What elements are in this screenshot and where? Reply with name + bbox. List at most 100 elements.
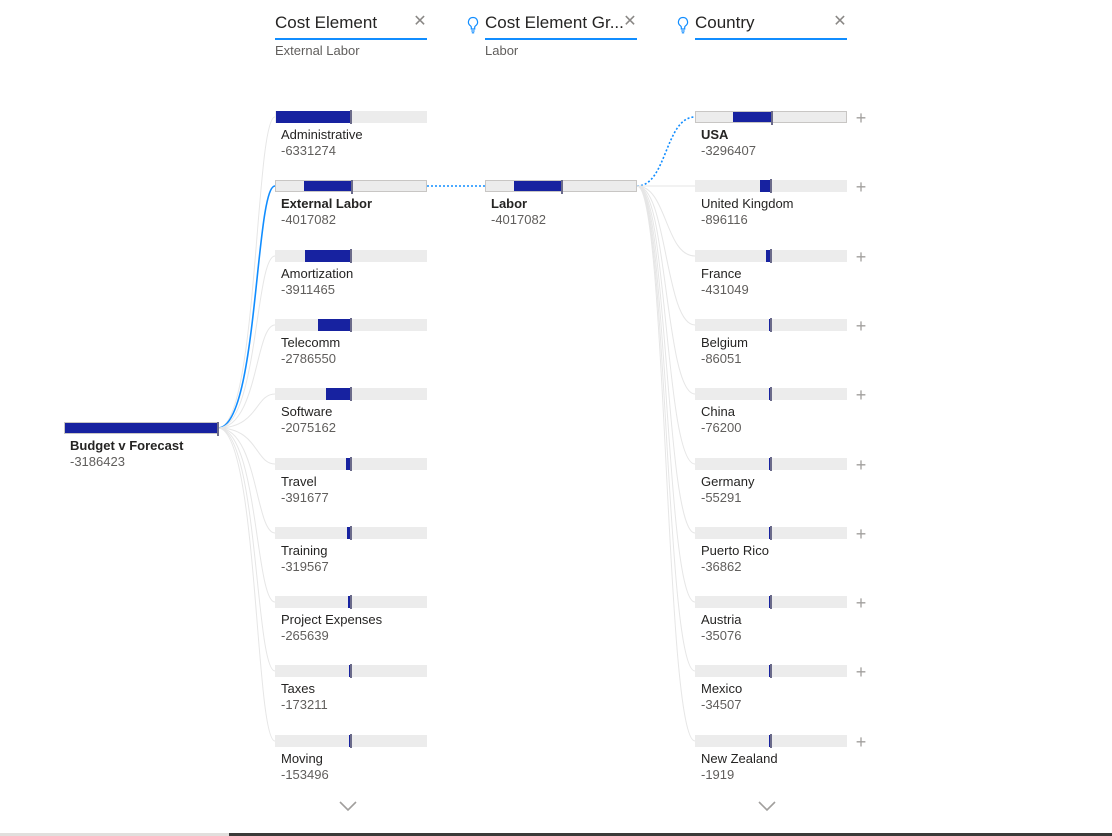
node-value: -319567 <box>281 559 329 574</box>
node-label: Travel <box>281 474 317 489</box>
node-label: USA <box>701 127 729 142</box>
header-cost-element-group[interactable]: Cost Element Gr... ✕ <box>467 12 637 40</box>
bar-fill <box>326 388 351 400</box>
header-cost-element[interactable]: Cost Element ✕ <box>275 12 427 40</box>
node-value: -35076 <box>701 628 742 643</box>
plus-icon[interactable]: + <box>854 317 868 335</box>
connector <box>217 393 276 429</box>
bar-track <box>695 111 847 125</box>
close-icon[interactable]: ✕ <box>833 14 847 30</box>
node-austria[interactable]: Austria -35076 <box>695 595 847 656</box>
zero-marker <box>770 595 772 609</box>
bar-track <box>695 664 847 678</box>
bar-track <box>275 664 427 678</box>
node-administrative[interactable]: Administrative -6331274 <box>275 110 427 171</box>
plus-icon[interactable]: + <box>854 109 868 127</box>
plus-icon[interactable]: + <box>854 594 868 612</box>
node-united-kingdom[interactable]: United Kingdom -896116 <box>695 179 847 240</box>
bar-track <box>695 457 847 471</box>
zero-marker <box>771 111 773 125</box>
node-amortization[interactable]: Amortization -3911465 <box>275 249 427 310</box>
bar-fill <box>317 319 351 331</box>
node-germany[interactable]: Germany -55291 <box>695 457 847 518</box>
node-value: -3186423 <box>70 454 125 469</box>
bar-fill <box>514 181 562 191</box>
connector <box>217 324 276 429</box>
plus-icon[interactable]: + <box>854 456 868 474</box>
node-label: Moving <box>281 751 323 766</box>
node-value: -431049 <box>701 282 749 297</box>
bar-fill <box>65 423 141 433</box>
plus-icon[interactable]: + <box>854 248 868 266</box>
tree-connectors <box>217 116 696 742</box>
plus-icon[interactable]: + <box>854 733 868 751</box>
node-label: Administrative <box>281 127 363 142</box>
connector <box>217 427 276 672</box>
node-value: -3911465 <box>281 282 335 297</box>
connector <box>217 116 276 429</box>
connector <box>217 427 276 534</box>
node-labor[interactable]: Labor -4017082 <box>485 180 637 240</box>
bar-track <box>695 179 847 193</box>
plus-icon[interactable]: + <box>854 525 868 543</box>
node-value: -391677 <box>281 490 329 505</box>
node-project-expenses[interactable]: Project Expenses -265639 <box>275 595 427 656</box>
zero-marker <box>350 457 352 471</box>
node-value: -1919 <box>701 767 735 782</box>
node-label: Austria <box>701 612 742 627</box>
node-usa[interactable]: USA -3296407 <box>695 111 847 171</box>
bar-fill <box>304 250 351 262</box>
node-training[interactable]: Training -319567 <box>275 526 427 587</box>
header-country[interactable]: Country ✕ <box>677 12 847 40</box>
connector <box>217 427 276 603</box>
chevron-down-icon[interactable] <box>757 800 777 812</box>
plus-icon[interactable]: + <box>854 386 868 404</box>
zero-marker <box>350 110 352 124</box>
node-software[interactable]: Software -2075162 <box>275 387 427 448</box>
zero-marker <box>350 595 352 609</box>
close-icon[interactable]: ✕ <box>413 14 427 30</box>
connector <box>636 185 696 534</box>
node-value: -6331274 <box>281 143 336 158</box>
plus-icon[interactable]: + <box>854 663 868 681</box>
node-label: Budget v Forecast <box>70 438 184 453</box>
node-belgium[interactable]: Belgium -86051 <box>695 318 847 379</box>
zero-marker <box>350 734 352 748</box>
connector <box>217 255 276 429</box>
bar-track <box>275 249 427 263</box>
node-taxes[interactable]: Taxes -173211 <box>275 664 427 725</box>
node-label: Training <box>281 543 328 558</box>
plus-icon[interactable]: + <box>854 178 868 196</box>
bar-track <box>64 422 219 436</box>
node-travel[interactable]: Travel -391677 <box>275 457 427 518</box>
zero-marker <box>770 318 772 332</box>
zero-marker <box>561 180 563 194</box>
node-france[interactable]: France -431049 <box>695 249 847 310</box>
node-label: Taxes <box>281 681 315 696</box>
node-value: -34507 <box>701 697 742 712</box>
zero-marker <box>217 422 219 436</box>
lightbulb-icon <box>467 16 479 34</box>
zero-marker <box>350 387 352 401</box>
bar-track <box>275 110 427 124</box>
node-value: -76200 <box>701 420 742 435</box>
close-icon[interactable]: ✕ <box>623 14 637 30</box>
node-value: -2075162 <box>281 420 336 435</box>
node-telecomm[interactable]: Telecomm -2786550 <box>275 318 427 379</box>
node-mexico[interactable]: Mexico -34507 <box>695 664 847 725</box>
node-china[interactable]: China -76200 <box>695 387 847 448</box>
node-value: -896116 <box>701 212 748 227</box>
bar-track <box>485 180 637 194</box>
chevron-down-icon[interactable] <box>338 800 358 812</box>
node-new-zealand[interactable]: New Zealand -1919 <box>695 734 847 795</box>
node-external-labor[interactable]: External Labor -4017082 <box>275 180 427 240</box>
connector-selected <box>217 185 276 429</box>
node-label: External Labor <box>281 196 373 211</box>
zero-marker <box>350 249 352 263</box>
node-value: -153496 <box>281 767 329 782</box>
node-puerto-rico[interactable]: Puerto Rico -36862 <box>695 526 847 587</box>
bar-track <box>695 318 847 332</box>
node-budget-v-forecast[interactable]: Budget v Forecast -3186423 <box>64 422 219 482</box>
node-moving[interactable]: Moving -153496 <box>275 734 427 795</box>
connector <box>217 427 276 742</box>
